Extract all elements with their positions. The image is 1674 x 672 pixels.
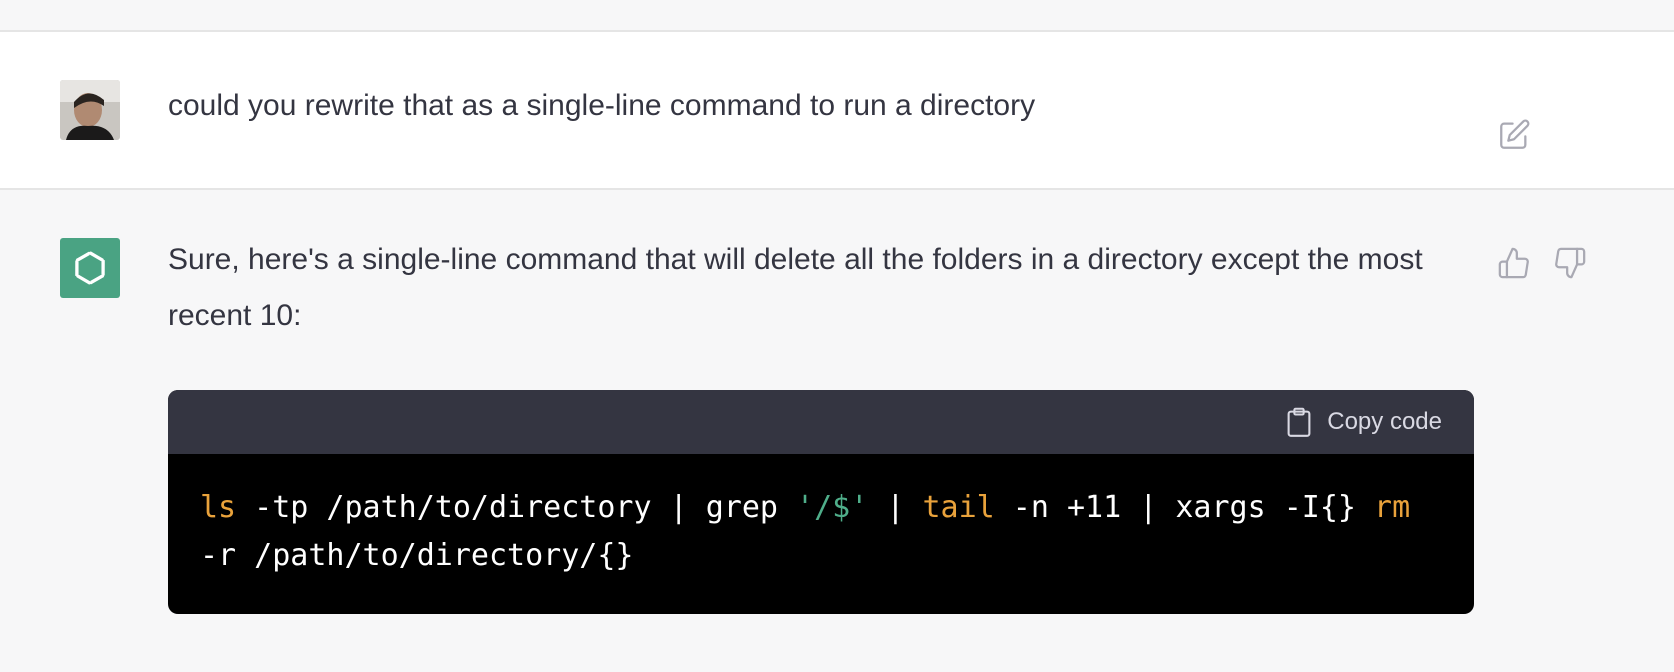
copy-code-label: Copy code [1327, 408, 1442, 435]
clipboard-icon [1287, 407, 1311, 437]
assistant-avatar [60, 238, 120, 298]
assistant-message-text: Sure, here's a single-line command that … [168, 243, 1423, 332]
user-message-text: could you rewrite that as a single-line … [168, 89, 1036, 122]
code-block: Copy code ls -tp /path/to/directory | gr… [168, 390, 1474, 614]
code-token: tail [922, 490, 995, 525]
code-token: | [868, 490, 923, 525]
user-avatar [60, 80, 120, 140]
edit-icon[interactable] [1497, 118, 1531, 152]
thumbs-up-icon[interactable] [1497, 246, 1531, 280]
code-content: ls -tp /path/to/directory | grep '/$' | … [168, 454, 1474, 580]
openai-logo-icon [75, 251, 105, 285]
code-block-header: Copy code [168, 390, 1474, 454]
code-token: '/$' [796, 490, 869, 525]
code-token: ls [200, 490, 237, 525]
code-token: -n +11 | xargs -I{} [994, 490, 1375, 525]
top-strip [0, 0, 1674, 32]
code-token: -tp /path/to/directory | grep [236, 490, 797, 525]
code-token: rm [1374, 490, 1411, 525]
copy-code-button[interactable]: Copy code [1285, 404, 1442, 440]
user-message-row: could you rewrite that as a single-line … [0, 32, 1674, 190]
assistant-message-row: Sure, here's a single-line command that … [0, 190, 1674, 672]
thumbs-down-icon[interactable] [1553, 246, 1587, 280]
